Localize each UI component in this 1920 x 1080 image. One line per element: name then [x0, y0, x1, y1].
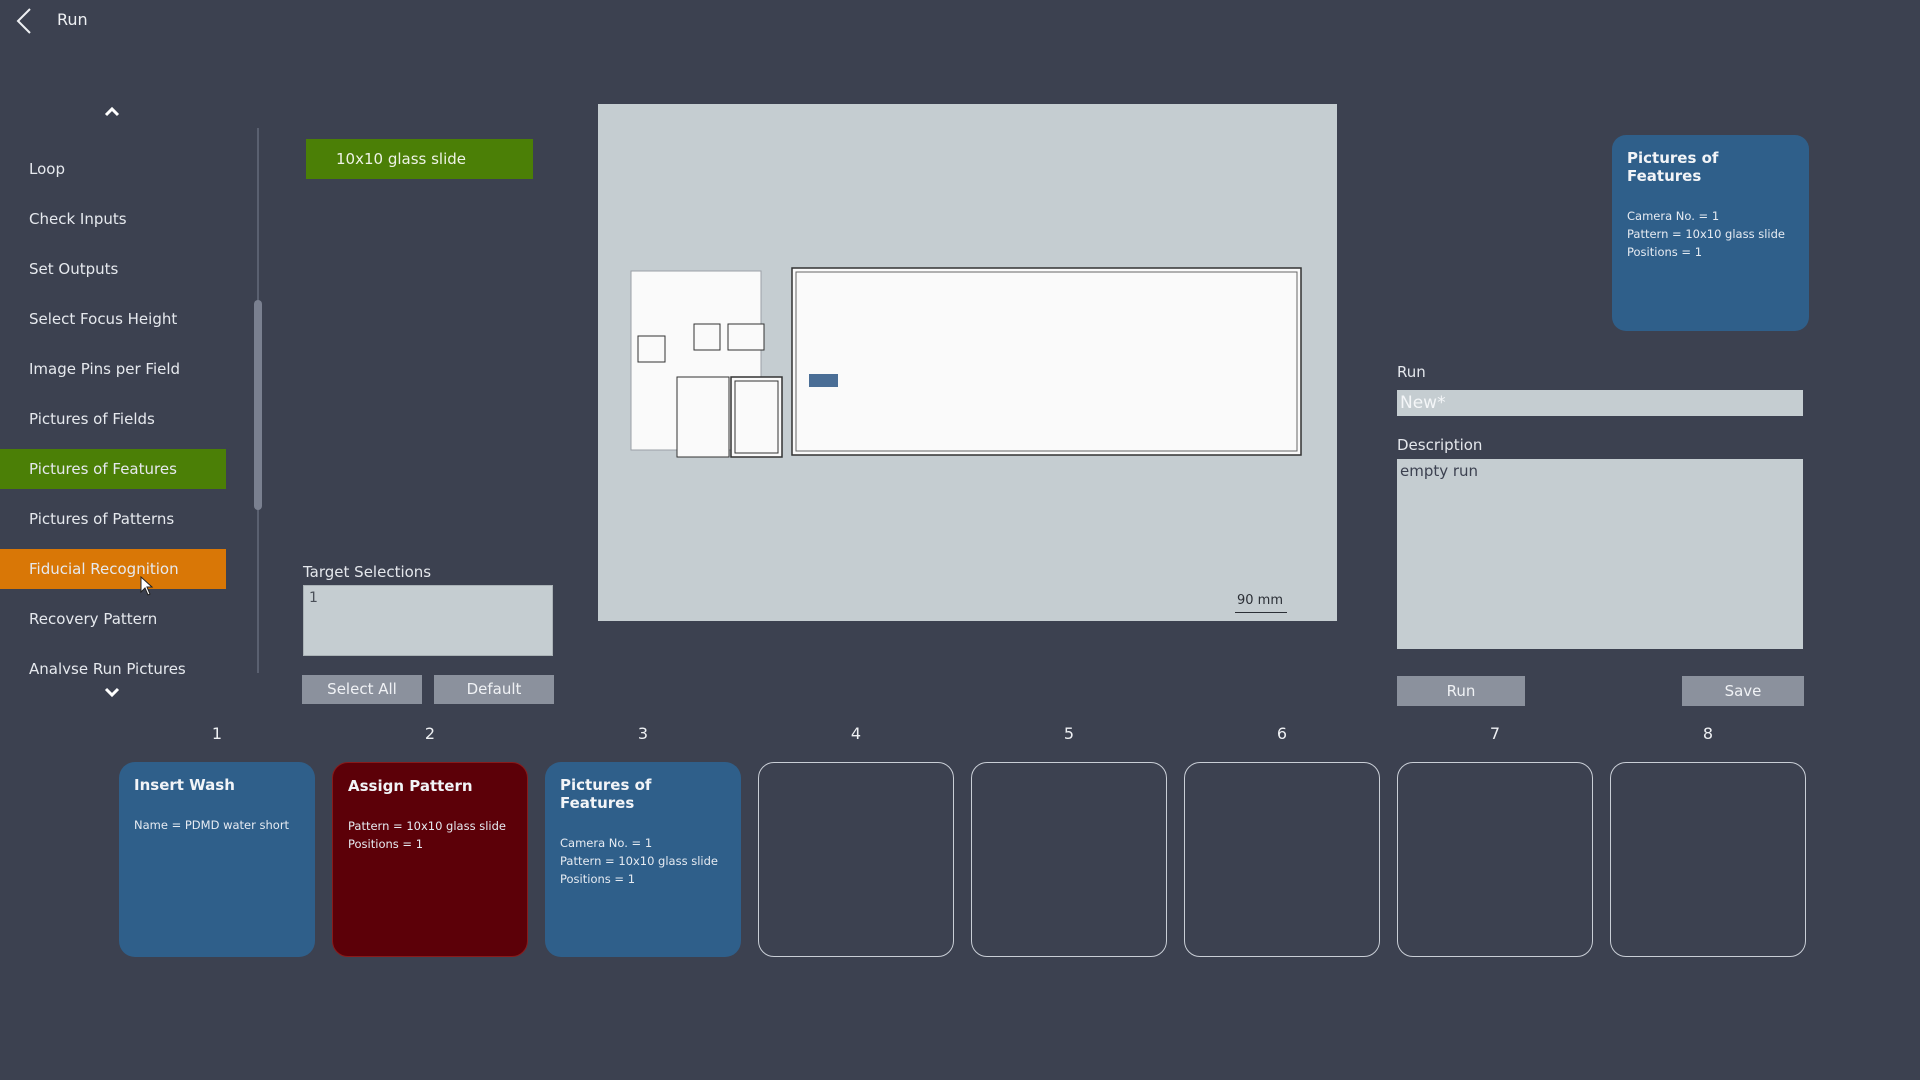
sidebar-item-select-focus-height[interactable]: Select Focus Height — [0, 299, 226, 339]
selected-step-line: Pattern = 10x10 glass slide — [1627, 227, 1785, 241]
back-button[interactable] — [10, 6, 38, 36]
step-number: 3 — [637, 724, 649, 743]
save-button[interactable]: Save — [1682, 676, 1804, 706]
sidebar-item-fiducial-recognition[interactable]: Fiducial Recognition — [0, 549, 226, 589]
holder-slot-2 — [730, 376, 783, 458]
sidebar-item-recovery-pattern[interactable]: Recovery Pattern — [0, 599, 226, 639]
step-card-line: Pattern = 10x10 glass slide — [348, 819, 506, 833]
chevron-left-icon — [16, 8, 31, 34]
sidebar-item-pictures-of-patterns[interactable]: Pictures of Patterns — [0, 499, 226, 539]
step-card-assign-pattern[interactable]: Assign Pattern Pattern = 10x10 glass sli… — [332, 762, 528, 957]
stage-preview-canvas[interactable] — [598, 104, 1337, 621]
stage-layout-drawing — [630, 267, 1302, 458]
sidebar-item-pictures-of-features[interactable]: Pictures of Features — [0, 449, 226, 489]
step-card-empty-7[interactable] — [1397, 762, 1593, 957]
page-title: Run — [57, 10, 88, 29]
step-number: 7 — [1489, 724, 1501, 743]
step-card-empty-4[interactable] — [758, 762, 954, 957]
default-button[interactable]: Default — [434, 675, 554, 704]
selected-step-title: Pictures of Features — [1627, 149, 1719, 185]
selected-step-line: Positions = 1 — [1627, 245, 1703, 259]
target-holder-outline — [791, 267, 1302, 456]
run-button[interactable]: Run — [1397, 676, 1525, 706]
sidebar-scrollbar-thumb[interactable] — [254, 300, 262, 510]
select-all-button[interactable]: Select All — [302, 675, 422, 704]
holder-square-2 — [693, 323, 721, 351]
description-label: Description — [1397, 436, 1483, 454]
step-card-empty-8[interactable] — [1610, 762, 1806, 957]
step-card-line: Pattern = 10x10 glass slide — [560, 854, 718, 868]
run-name-input[interactable] — [1397, 390, 1803, 416]
step-card-pictures-of-features[interactable]: Pictures of Features Camera No. = 1 Patt… — [545, 762, 741, 957]
step-card-empty-5[interactable] — [971, 762, 1167, 957]
step-number: 8 — [1702, 724, 1714, 743]
holder-square-1 — [637, 335, 666, 363]
target-selections-label: Target Selections — [303, 563, 432, 581]
mouse-cursor-icon — [140, 576, 154, 596]
step-card-line: Positions = 1 — [348, 837, 424, 851]
step-number: 6 — [1276, 724, 1288, 743]
step-number: 2 — [424, 724, 436, 743]
sidebar-scroll-down-button[interactable] — [100, 680, 124, 704]
step-card-line: Name = PDMD water short — [134, 818, 290, 832]
holder-slot-1 — [676, 376, 730, 458]
sidebar-item-pictures-of-fields[interactable]: Pictures of Fields — [0, 399, 226, 439]
pattern-select-button[interactable]: 10x10 glass slide — [306, 139, 533, 179]
step-card-title: Insert Wash — [134, 776, 235, 794]
holder-square-3 — [727, 323, 765, 351]
step-number: 1 — [211, 724, 223, 743]
step-number: 5 — [1063, 724, 1075, 743]
scale-bar — [1235, 612, 1287, 613]
sidebar-scroll-up-button[interactable] — [100, 100, 124, 124]
run-name-label: Run — [1397, 363, 1426, 381]
chevron-up-icon — [104, 106, 120, 117]
scale-label: 90 mm — [1237, 593, 1284, 608]
step-card-line: Camera No. = 1 — [560, 836, 653, 850]
step-card-line: Positions = 1 — [560, 872, 636, 886]
sidebar-item-set-outputs[interactable]: Set Outputs — [0, 249, 226, 289]
step-card-empty-6[interactable] — [1184, 762, 1380, 957]
description-input[interactable]: empty run — [1397, 459, 1803, 649]
sidebar-item-analyse-run-pictures[interactable]: Analyse Run Pictures — [0, 649, 226, 674]
step-card-title: Assign Pattern — [348, 777, 473, 795]
sidebar: Loop Check Inputs Set Outputs Select Foc… — [0, 144, 226, 674]
sidebar-item-image-pins-per-field[interactable]: Image Pins per Field — [0, 349, 226, 389]
target-selections-list[interactable]: 1 — [303, 585, 553, 656]
target-marker — [809, 374, 838, 387]
selected-step-card: Pictures of Features Camera No. = 1 Patt… — [1612, 135, 1809, 331]
step-card-insert-wash[interactable]: Insert Wash Name = PDMD water short — [119, 762, 315, 957]
chevron-down-icon — [104, 687, 120, 698]
selected-step-line: Camera No. = 1 — [1627, 209, 1720, 223]
step-card-title: Pictures of Features — [560, 776, 652, 812]
sidebar-item-loop[interactable]: Loop — [0, 149, 226, 189]
step-number: 4 — [850, 724, 862, 743]
sidebar-item-check-inputs[interactable]: Check Inputs — [0, 199, 226, 239]
